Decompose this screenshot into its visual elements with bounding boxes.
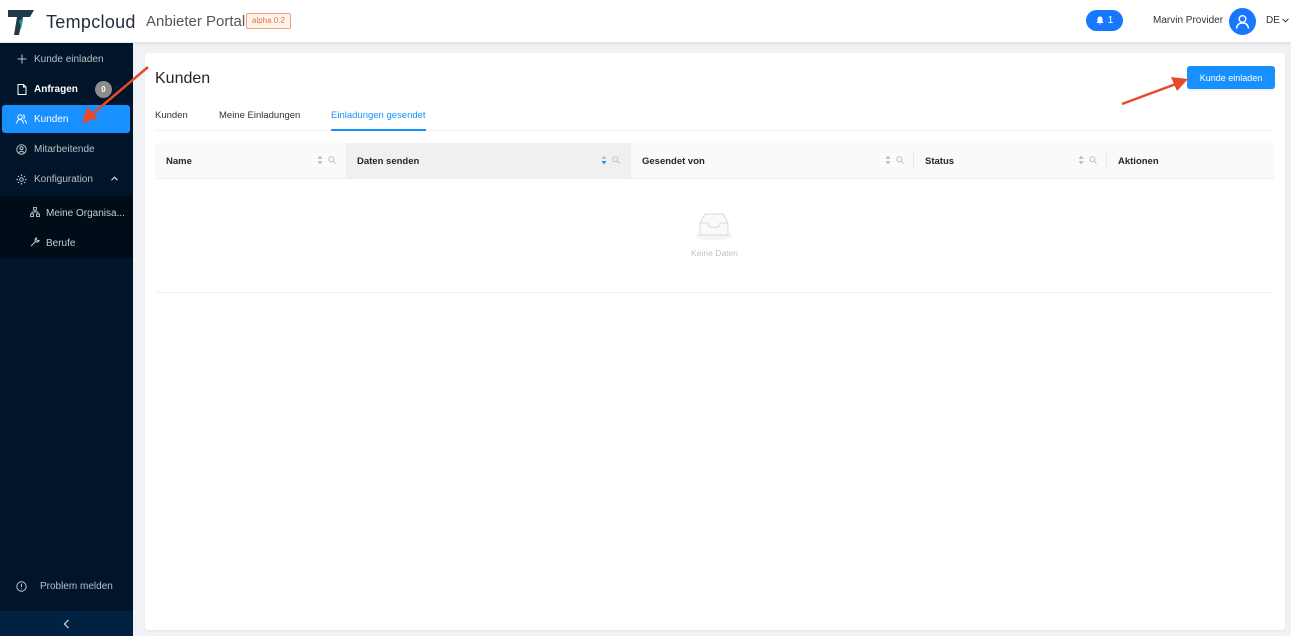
sidebar-item-configuration[interactable]: Konfiguration [0, 165, 133, 193]
info-circle-icon [16, 580, 27, 592]
team-icon [16, 143, 27, 155]
gear-icon [16, 174, 27, 185]
invite-customer-button[interactable]: Kunde einladen [1187, 66, 1275, 89]
sidebar-subitem-label: Berufe [46, 237, 76, 249]
sidebar-subitem-label: Meine Organisa... [46, 207, 125, 219]
tempcloud-logo[interactable] [6, 6, 36, 36]
sidebar-item-requests[interactable]: Anfragen 0 [0, 75, 133, 103]
sidebar-item-my-organization[interactable]: Meine Organisa... [0, 199, 133, 227]
language-selector[interactable]: DE [1266, 15, 1289, 26]
file-icon [16, 83, 27, 95]
column-header-label: Aktionen [1118, 155, 1159, 167]
column-header-label: Status [925, 155, 955, 167]
page-title: Kunden [155, 70, 211, 87]
chevron-left-icon [63, 619, 69, 628]
table-empty-state: Keine Daten [155, 179, 1274, 293]
search-icon[interactable] [896, 156, 904, 164]
column-header-label: Daten senden [357, 155, 420, 167]
search-icon[interactable] [328, 156, 336, 164]
sort-icon[interactable] [317, 155, 323, 165]
tab-customers[interactable]: Kunden [155, 110, 188, 131]
sidebar-item-customers[interactable]: Kunden [2, 105, 130, 133]
tab-invitations-sent[interactable]: Einladungen gesendet [331, 110, 426, 131]
user-icon [1235, 15, 1250, 29]
sidebar-item-label: Kunden [34, 113, 69, 125]
sidebar-item-employees[interactable]: Mitarbeitende [0, 135, 133, 163]
column-header-sent-by[interactable]: Gesendet von [631, 143, 914, 179]
column-header-label: Gesendet von [642, 155, 705, 167]
tab-my-invitations[interactable]: Meine Einladungen [219, 110, 300, 131]
sidebar: Kunde einladen Anfragen 0 Kunden Mitarbe… [0, 43, 133, 636]
empty-inbox-icon [695, 213, 733, 240]
org-tree-icon [30, 206, 40, 220]
top-header: Tempcloud Anbieter Portal alpha 0.2 1 Ma… [0, 0, 1291, 43]
bell-icon [1096, 16, 1104, 25]
sidebar-collapse-button[interactable] [0, 611, 133, 636]
notifications-button[interactable]: 1 [1086, 10, 1123, 31]
sort-icon[interactable] [1078, 155, 1084, 165]
column-header-label: Name [166, 155, 192, 167]
users-icon [16, 114, 27, 125]
report-problem-link[interactable]: Problem melden [0, 572, 133, 600]
sidebar-item-label: Mitarbeitende [34, 143, 95, 155]
sidebar-item-label: Konfiguration [34, 173, 93, 185]
language-label: DE [1266, 15, 1280, 26]
configuration-submenu: Meine Organisa... Berufe [0, 196, 133, 258]
sidebar-item-label: Kunde einladen [34, 53, 104, 65]
requests-count-badge: 0 [95, 80, 112, 98]
sidebar-item-professions[interactable]: Berufe [0, 229, 133, 257]
version-badge: alpha 0.2 [246, 13, 291, 29]
sort-icon[interactable] [885, 155, 891, 165]
portal-name: Anbieter Portal [146, 13, 246, 30]
tab-bar: Kunden Meine Einladungen Einladungen ges… [155, 103, 1273, 131]
sidebar-item-invite-customer[interactable]: Kunde einladen [0, 45, 133, 73]
sidebar-item-label: Anfragen [34, 83, 78, 95]
table-header: Name Daten senden Gesendet von Status Ak… [155, 143, 1274, 179]
tool-icon [30, 236, 40, 250]
sort-icon[interactable] [601, 155, 607, 165]
report-problem-label: Problem melden [40, 580, 113, 592]
chevron-down-icon [1282, 18, 1289, 23]
user-name[interactable]: Marvin Provider [1153, 15, 1223, 26]
chevron-up-icon [111, 176, 118, 181]
column-header-actions: Aktionen [1107, 143, 1274, 179]
brand-name: Tempcloud [46, 12, 136, 32]
empty-state-text: Keine Daten [691, 248, 738, 258]
search-icon[interactable] [1089, 156, 1097, 164]
search-icon[interactable] [612, 156, 620, 164]
plus-icon [16, 54, 27, 65]
notifications-count: 1 [1107, 15, 1114, 26]
main-content-card: Kunden Kunde einladen Kunden Meine Einla… [145, 53, 1285, 630]
column-header-data-sent[interactable]: Daten senden [346, 143, 631, 179]
avatar[interactable] [1229, 8, 1256, 35]
invitations-table: Name Daten senden Gesendet von Status Ak… [155, 143, 1274, 293]
